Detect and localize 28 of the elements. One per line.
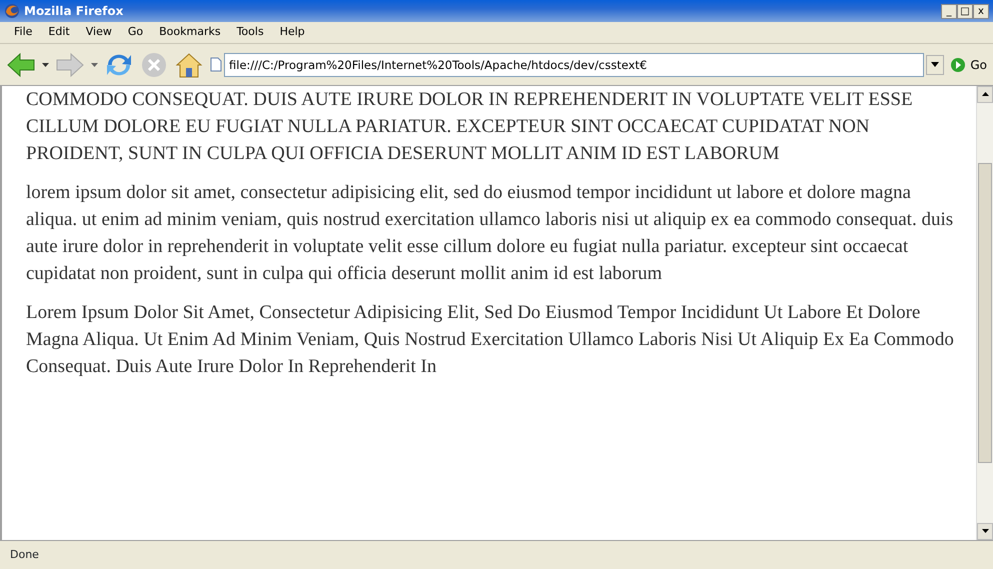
back-button[interactable]: [6, 50, 36, 78]
paragraph: lorem ipsum dolor sit amet, consectetur adipisicing elit, sed do eiusmod tempor incididunt ut labore et dolore magna aliqua. ut enim ad minim veniam, quis nostrud exercitation ullamco laboris nisi ut aliquip ex ea commodo consequat. duis aute irure dolor in reprehenderit in voluptate velit esse cillum dolore eu fugiat nulla pariatur. excepteur sint occaecat cupidatat non proident, sunt in culpa qui officia deserunt mollit anim id est laborum: [26, 181, 954, 286]
paragraph: COMMODO CONSEQUAT. DUIS AUTE IRURE DOLOR IN REPREHENDERIT IN VOLUPTATE VELIT ESSE CILLUM DOLORE EU FUGIAT NULLA PARIATUR. EXCEPTEUR SINT OCCAECAT CUPIDATAT NON PROIDENT, SUNT IN CULPA QUI OFFICIA DESERUNT MOLLIT ANIM ID EST LABORUM: [26, 88, 914, 166]
minimize-button[interactable]: _: [941, 4, 957, 18]
caret-icon: [931, 62, 940, 67]
status-text: Done: [10, 546, 39, 563]
address-field[interactable]: file:///C:/Program%20Files/Internet%20Tools/Apache/htdocs/dev/csstext€: [224, 52, 924, 76]
dropdown-icon[interactable]: [91, 62, 98, 66]
go-icon: [950, 56, 966, 72]
menu-item[interactable]: View: [78, 23, 120, 42]
menu-item[interactable]: Edit: [40, 23, 78, 42]
menu-item[interactable]: Help: [272, 23, 313, 42]
page-icon: [210, 57, 222, 72]
paragraph: Lorem Ipsum Dolor Sit Amet, Consectetur Adipisicing Elit, Sed Do Eiusmod Tempor Incididunt Ut Labore Et Dolore Magna Aliqua. Ut Enim Ad Minim Veniam, Quis Nostrud Exercitation Ullamco Laboris Nisi Ut Aliquip Ex Ea Commodo Consequat. Duis Aute Irure Dolor In Reprehenderit In: [26, 301, 955, 379]
browser-logo-icon: [4, 3, 20, 19]
dropdown-icon[interactable]: [42, 62, 49, 66]
window-title: Mozilla Firefox: [24, 3, 124, 20]
menu-item[interactable]: Tools: [228, 23, 272, 42]
menu-item[interactable]: Bookmarks: [151, 23, 229, 42]
address-dropdown-button[interactable]: [926, 54, 944, 74]
menu-item[interactable]: File: [6, 23, 40, 42]
scroll-up-icon[interactable]: [982, 92, 988, 96]
scroll-down-icon[interactable]: [982, 529, 988, 534]
close-button[interactable]: x: [973, 4, 989, 18]
go-button[interactable]: Go: [950, 56, 987, 72]
scrollbar[interactable]: [976, 86, 993, 540]
menu-item[interactable]: Go: [120, 23, 152, 42]
maximize-button[interactable]: □: [957, 4, 973, 18]
